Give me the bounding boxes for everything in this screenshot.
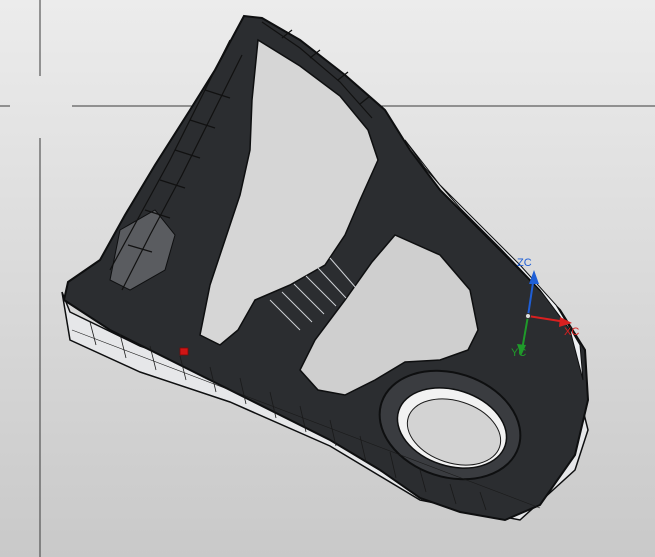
xc-axis-label: XC xyxy=(564,326,580,338)
yc-axis-label: YC xyxy=(511,347,527,359)
selected-feature-marker[interactable] xyxy=(179,347,189,356)
part-model[interactable] xyxy=(61,14,590,522)
wcs-origin xyxy=(525,313,531,319)
zc-axis-label: ZC xyxy=(517,257,532,269)
viewport-canvas[interactable] xyxy=(0,0,655,557)
graphics-viewport[interactable]: ZC XC YC xyxy=(0,0,655,557)
